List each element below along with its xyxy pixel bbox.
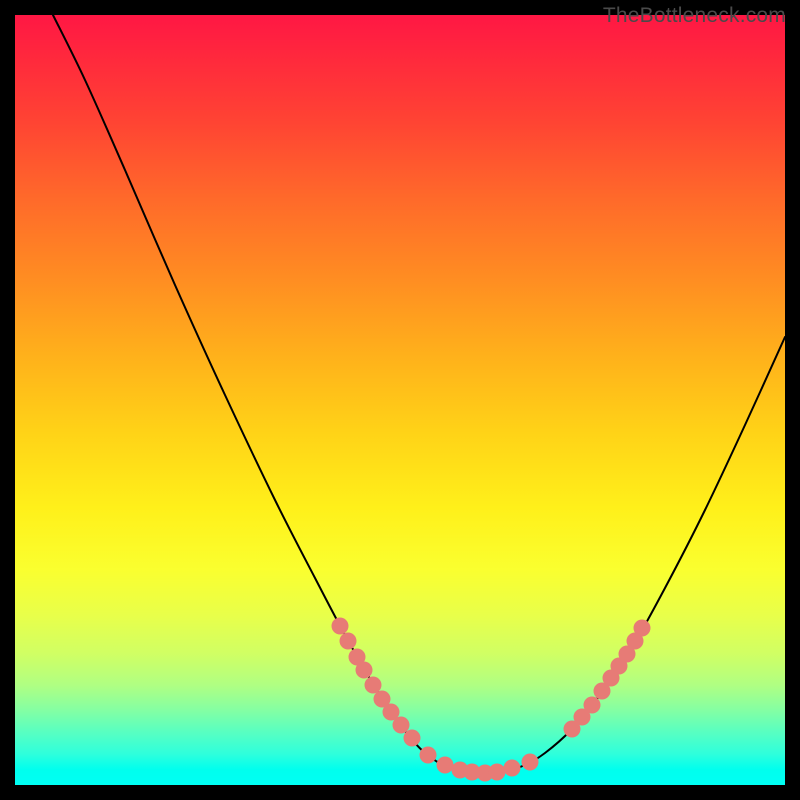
- curve-dot: [437, 757, 454, 774]
- curve-dot: [504, 760, 521, 777]
- curve-layer: [15, 15, 785, 785]
- curve-dot: [332, 618, 349, 635]
- curve-dots-group: [332, 618, 651, 782]
- curve-dot: [356, 662, 373, 679]
- watermark-text: TheBottleneck.com: [603, 4, 786, 28]
- curve-dot: [584, 697, 601, 714]
- curve-dot: [634, 620, 651, 637]
- bottleneck-curve: [53, 15, 785, 773]
- curve-dot: [365, 677, 382, 694]
- curve-dot: [522, 754, 539, 771]
- curve-dot: [420, 747, 437, 764]
- chart-frame: TheBottleneck.com: [0, 0, 800, 800]
- curve-dot: [404, 730, 421, 747]
- curve-dot: [489, 764, 506, 781]
- gradient-plot-area: [15, 15, 785, 785]
- curve-dot: [340, 633, 357, 650]
- curve-dot: [393, 717, 410, 734]
